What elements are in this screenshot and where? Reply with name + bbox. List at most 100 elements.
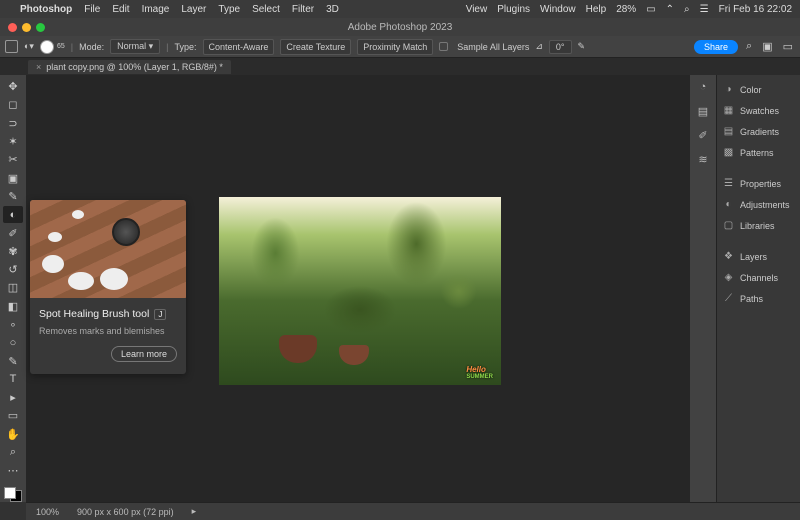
- blur-tool[interactable]: ∘: [3, 316, 23, 333]
- create-texture-button[interactable]: Create Texture: [280, 39, 351, 55]
- proximity-match-button[interactable]: Proximity Match: [357, 39, 433, 55]
- brush-tool[interactable]: ✐: [3, 224, 23, 241]
- eraser-tool[interactable]: ◫: [3, 279, 23, 296]
- minimize-window-button[interactable]: [22, 23, 31, 32]
- hand-tool[interactable]: ✋: [3, 426, 23, 443]
- type-tool[interactable]: T: [3, 371, 23, 388]
- content-aware-button[interactable]: Content-Aware: [203, 39, 275, 55]
- menu-edit[interactable]: Edit: [112, 4, 129, 15]
- window-titlebar: Adobe Photoshop 2023: [0, 18, 800, 36]
- lasso-tool[interactable]: ⊃: [3, 115, 23, 132]
- brush-preview[interactable]: [40, 40, 54, 54]
- tooltip-title: Spot Healing Brush tool: [39, 308, 149, 320]
- panel-channels[interactable]: ◈Channels: [720, 268, 797, 287]
- menu-help[interactable]: Help: [586, 4, 607, 15]
- pressure-icon[interactable]: ✎: [578, 41, 586, 52]
- panel-swatches[interactable]: ▦Swatches: [720, 101, 797, 120]
- tooltip-description: Removes marks and blemishes: [39, 326, 177, 336]
- frame-tool[interactable]: ▣: [3, 169, 23, 186]
- gradient-tool[interactable]: ◧: [3, 298, 23, 315]
- presets-icon[interactable]: ▤: [695, 103, 711, 119]
- close-tab-icon[interactable]: ×: [36, 62, 41, 72]
- marquee-tool[interactable]: ◻: [3, 96, 23, 113]
- home-icon[interactable]: [5, 40, 18, 53]
- layers-icon: ❖: [722, 250, 735, 263]
- history-brush-tool[interactable]: ↺: [3, 261, 23, 278]
- canvas-area[interactable]: Spot Healing Brush tool J Removes marks …: [26, 75, 690, 502]
- adjustments-icon: ◐: [722, 198, 735, 211]
- panel-paths[interactable]: ⟋Paths: [720, 289, 797, 308]
- menu-view[interactable]: View: [466, 4, 488, 15]
- mode-dropdown[interactable]: Normal ▾: [110, 39, 160, 54]
- document-image[interactable]: Hello SUMMER: [219, 197, 501, 385]
- angle-value[interactable]: 0°: [549, 40, 572, 54]
- menu-filter[interactable]: Filter: [292, 4, 314, 15]
- zoom-level[interactable]: 100%: [36, 507, 59, 517]
- menu-image[interactable]: Image: [142, 4, 170, 15]
- menu-file[interactable]: File: [84, 4, 100, 15]
- brushes-icon[interactable]: ≋: [695, 151, 711, 167]
- clone-stamp-tool[interactable]: ✾: [3, 243, 23, 260]
- clock[interactable]: Fri Feb 16 22:02: [719, 4, 792, 15]
- move-tool[interactable]: ✥: [3, 78, 23, 95]
- rectangle-tool[interactable]: ▭: [3, 407, 23, 424]
- spot-heal-tool[interactable]: ◐: [3, 206, 23, 223]
- menu-window[interactable]: Window: [540, 4, 576, 15]
- zoom-tool[interactable]: ⌕: [3, 444, 23, 461]
- type-label: Type:: [175, 42, 197, 52]
- tab-title: plant copy.png @ 100% (Layer 1, RGB/8#) …: [46, 62, 223, 72]
- panel-label: Layers: [740, 252, 767, 262]
- crop-tool[interactable]: ✂: [3, 151, 23, 168]
- menu-plugins[interactable]: Plugins: [497, 4, 530, 15]
- panel-layers[interactable]: ❖ Layers: [720, 247, 797, 266]
- sample-all-checkbox[interactable]: [439, 42, 448, 51]
- close-window-button[interactable]: [8, 23, 17, 32]
- status-chevron-icon[interactable]: ▸: [192, 506, 197, 517]
- control-center-icon[interactable]: ☰: [700, 4, 709, 15]
- panel-gradients[interactable]: ▤ Gradients: [720, 122, 797, 141]
- channels-icon: ◈: [722, 271, 735, 284]
- search-icon[interactable]: ⌕: [684, 4, 690, 15]
- menu-layer[interactable]: Layer: [181, 4, 206, 15]
- panel-adjustments[interactable]: ◐ Adjustments: [720, 195, 797, 214]
- paths-icon: ⟋: [722, 292, 735, 305]
- panel-label: Libraries: [740, 221, 775, 231]
- path-select-tool[interactable]: ▸: [3, 389, 23, 406]
- edit-toolbar[interactable]: ⋯: [3, 462, 23, 479]
- maximize-window-button[interactable]: [36, 23, 45, 32]
- panel-label: Swatches: [740, 106, 779, 116]
- pen-tool[interactable]: ✎: [3, 352, 23, 369]
- app-name-menu[interactable]: Photoshop: [20, 4, 72, 15]
- learn-more-button[interactable]: Learn more: [111, 346, 177, 362]
- panel-label: Gradients: [740, 127, 779, 137]
- document-tab[interactable]: × plant copy.png @ 100% (Layer 1, RGB/8#…: [28, 60, 231, 74]
- document-tab-bar: × plant copy.png @ 100% (Layer 1, RGB/8#…: [0, 58, 800, 75]
- panel-label: Patterns: [740, 148, 774, 158]
- share-button[interactable]: Share: [694, 40, 738, 54]
- properties-icon: ☰: [722, 177, 735, 190]
- magic-wand-tool[interactable]: ✶: [3, 133, 23, 150]
- panel-libraries[interactable]: ▢Libraries: [720, 216, 797, 235]
- workspace-icon[interactable]: ▣: [760, 40, 774, 53]
- battery-status[interactable]: 28%: [616, 4, 636, 15]
- angle-icon[interactable]: ⊿: [535, 41, 543, 52]
- panel-label: Adjustments: [740, 200, 790, 210]
- panel-patterns[interactable]: ▩Patterns: [720, 143, 797, 162]
- panel-color[interactable]: ◑Color: [720, 80, 797, 99]
- dodge-tool[interactable]: ○: [3, 334, 23, 351]
- menu-type[interactable]: Type: [218, 4, 240, 15]
- history-icon[interactable]: ◔: [695, 79, 711, 95]
- menu-3d[interactable]: 3D: [326, 4, 339, 15]
- search-icon[interactable]: ⌕: [744, 40, 754, 53]
- gradients-icon: ▤: [722, 125, 735, 138]
- color-well[interactable]: [4, 487, 22, 503]
- doc-dimensions[interactable]: 900 px x 600 px (72 ppi): [77, 507, 174, 517]
- menu-select[interactable]: Select: [252, 4, 280, 15]
- panel-properties[interactable]: ☰Properties: [720, 174, 797, 193]
- arrange-icon[interactable]: ▭: [781, 40, 795, 53]
- window-title: Adobe Photoshop 2023: [348, 22, 453, 33]
- tool-preset-icon[interactable]: ◐▾: [24, 41, 34, 52]
- eyedropper-tool[interactable]: ✎: [3, 188, 23, 205]
- brush-settings-icon[interactable]: ✐: [695, 127, 711, 143]
- wifi-icon[interactable]: ⌃: [666, 4, 674, 15]
